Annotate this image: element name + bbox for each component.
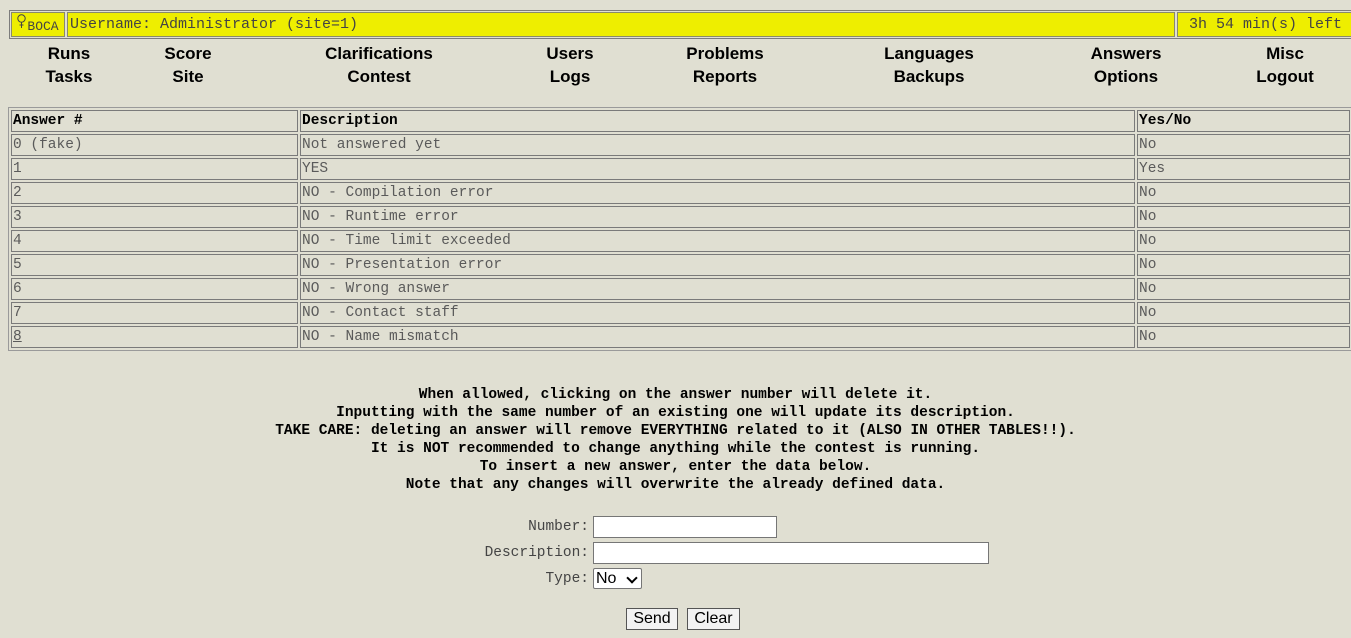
clear-button[interactable]: Clear <box>687 608 740 630</box>
column-header-description: Description <box>300 110 1135 132</box>
answer-description: NO - Compilation error <box>300 182 1135 204</box>
table-row: 2 NO - Compilation error No <box>11 182 1350 204</box>
column-header-answer-number: Answer # <box>11 110 298 132</box>
menu-problems[interactable]: Problems <box>686 42 763 65</box>
answer-description: NO - Name mismatch <box>300 326 1135 348</box>
table-header-row: Answer # Description Yes/No <box>11 110 1350 132</box>
answer-description: Not answered yet <box>300 134 1135 156</box>
answer-number: 5 <box>11 254 298 276</box>
lightbulb-icon <box>17 14 27 29</box>
answer-description: NO - Wrong answer <box>300 278 1135 300</box>
instructions-text: When allowed, clicking on the answer num… <box>0 386 1351 494</box>
chevron-down-icon <box>626 572 638 584</box>
answer-yes-no: No <box>1137 230 1350 252</box>
column-header-yes-no: Yes/No <box>1137 110 1350 132</box>
menu-score[interactable]: Score <box>164 42 211 65</box>
answer-yes-no: No <box>1137 182 1350 204</box>
boca-logo: BOCA <box>11 12 65 37</box>
answer-number: 4 <box>11 230 298 252</box>
menu-logs[interactable]: Logs <box>550 65 591 88</box>
answer-yes-no: No <box>1137 278 1350 300</box>
menu-languages[interactable]: Languages <box>884 42 974 65</box>
menu-users[interactable]: Users <box>546 42 593 65</box>
menu-logout[interactable]: Logout <box>1256 65 1314 88</box>
answer-yes-no: Yes <box>1137 158 1350 180</box>
description-input[interactable] <box>593 542 989 564</box>
menu-contest[interactable]: Contest <box>347 65 410 88</box>
number-label: Number: <box>528 519 589 535</box>
type-select[interactable]: No <box>593 568 642 589</box>
answer-yes-no: No <box>1137 254 1350 276</box>
instruction-line: It is NOT recommended to change anything… <box>370 441 981 457</box>
menu-options[interactable]: Options <box>1094 65 1158 88</box>
delete-answer-link[interactable]: 8 <box>13 329 22 345</box>
answer-yes-no: No <box>1137 326 1350 348</box>
table-row: 5 NO - Presentation error No <box>11 254 1350 276</box>
menu-backups[interactable]: Backups <box>894 65 965 88</box>
answer-description: NO - Time limit exceeded <box>300 230 1135 252</box>
menu-clarifications[interactable]: Clarifications <box>325 42 433 65</box>
description-row: Description: <box>0 542 1351 566</box>
number-input[interactable] <box>593 516 777 538</box>
menu-site[interactable]: Site <box>172 65 203 88</box>
header-bar: BOCA Username: Administrator (site=1) 3h… <box>9 10 1351 39</box>
menu-reports[interactable]: Reports <box>693 65 757 88</box>
answer-number: 1 <box>11 158 298 180</box>
instruction-line: TAKE CARE: deleting an answer will remov… <box>275 423 1076 439</box>
table-row: 8 NO - Name mismatch No <box>11 326 1350 348</box>
answer-description: NO - Presentation error <box>300 254 1135 276</box>
table-row: 4 NO - Time limit exceeded No <box>11 230 1350 252</box>
instruction-line: To insert a new answer, enter the data b… <box>479 459 872 475</box>
send-button[interactable]: Send <box>626 608 678 630</box>
answer-description: NO - Contact staff <box>300 302 1135 324</box>
answer-number-cell: 8 <box>11 326 298 348</box>
table-row: 0 (fake) Not answered yet No <box>11 134 1350 156</box>
table-row: 6 NO - Wrong answer No <box>11 278 1350 300</box>
table-row: 7 NO - Contact staff No <box>11 302 1350 324</box>
answer-number: 7 <box>11 302 298 324</box>
main-menu: Runs Score Clarifications Users Problems… <box>0 42 1351 92</box>
instruction-line: When allowed, clicking on the answer num… <box>418 387 933 403</box>
answer-description: NO - Runtime error <box>300 206 1135 228</box>
description-label: Description: <box>484 545 589 561</box>
type-select-value: No <box>596 570 617 587</box>
answer-yes-no: No <box>1137 206 1350 228</box>
type-label: Type: <box>545 571 589 587</box>
instruction-line: Note that any changes will overwrite the… <box>405 477 946 493</box>
menu-tasks[interactable]: Tasks <box>46 65 93 88</box>
answer-yes-no: No <box>1137 134 1350 156</box>
logo-text: BOCA <box>27 19 59 34</box>
answer-number: 6 <box>11 278 298 300</box>
time-left-display: 3h 54 min(s) left <box>1177 12 1351 37</box>
menu-answers[interactable]: Answers <box>1091 42 1162 65</box>
answers-table: Answer # Description Yes/No 0 (fake) Not… <box>8 107 1351 351</box>
table-row: 1 YES Yes <box>11 158 1350 180</box>
type-row: Type: No <box>0 568 1351 592</box>
answer-yes-no: No <box>1137 302 1350 324</box>
answer-description: YES <box>300 158 1135 180</box>
answer-number: 3 <box>11 206 298 228</box>
username-display: Username: Administrator (site=1) <box>67 12 1175 37</box>
answer-number: 0 (fake) <box>11 134 298 156</box>
menu-runs[interactable]: Runs <box>48 42 91 65</box>
menu-misc[interactable]: Misc <box>1266 42 1304 65</box>
table-row: 3 NO - Runtime error No <box>11 206 1350 228</box>
number-row: Number: <box>0 516 1351 540</box>
instruction-line: Inputting with the same number of an exi… <box>336 405 1015 421</box>
answer-number: 2 <box>11 182 298 204</box>
